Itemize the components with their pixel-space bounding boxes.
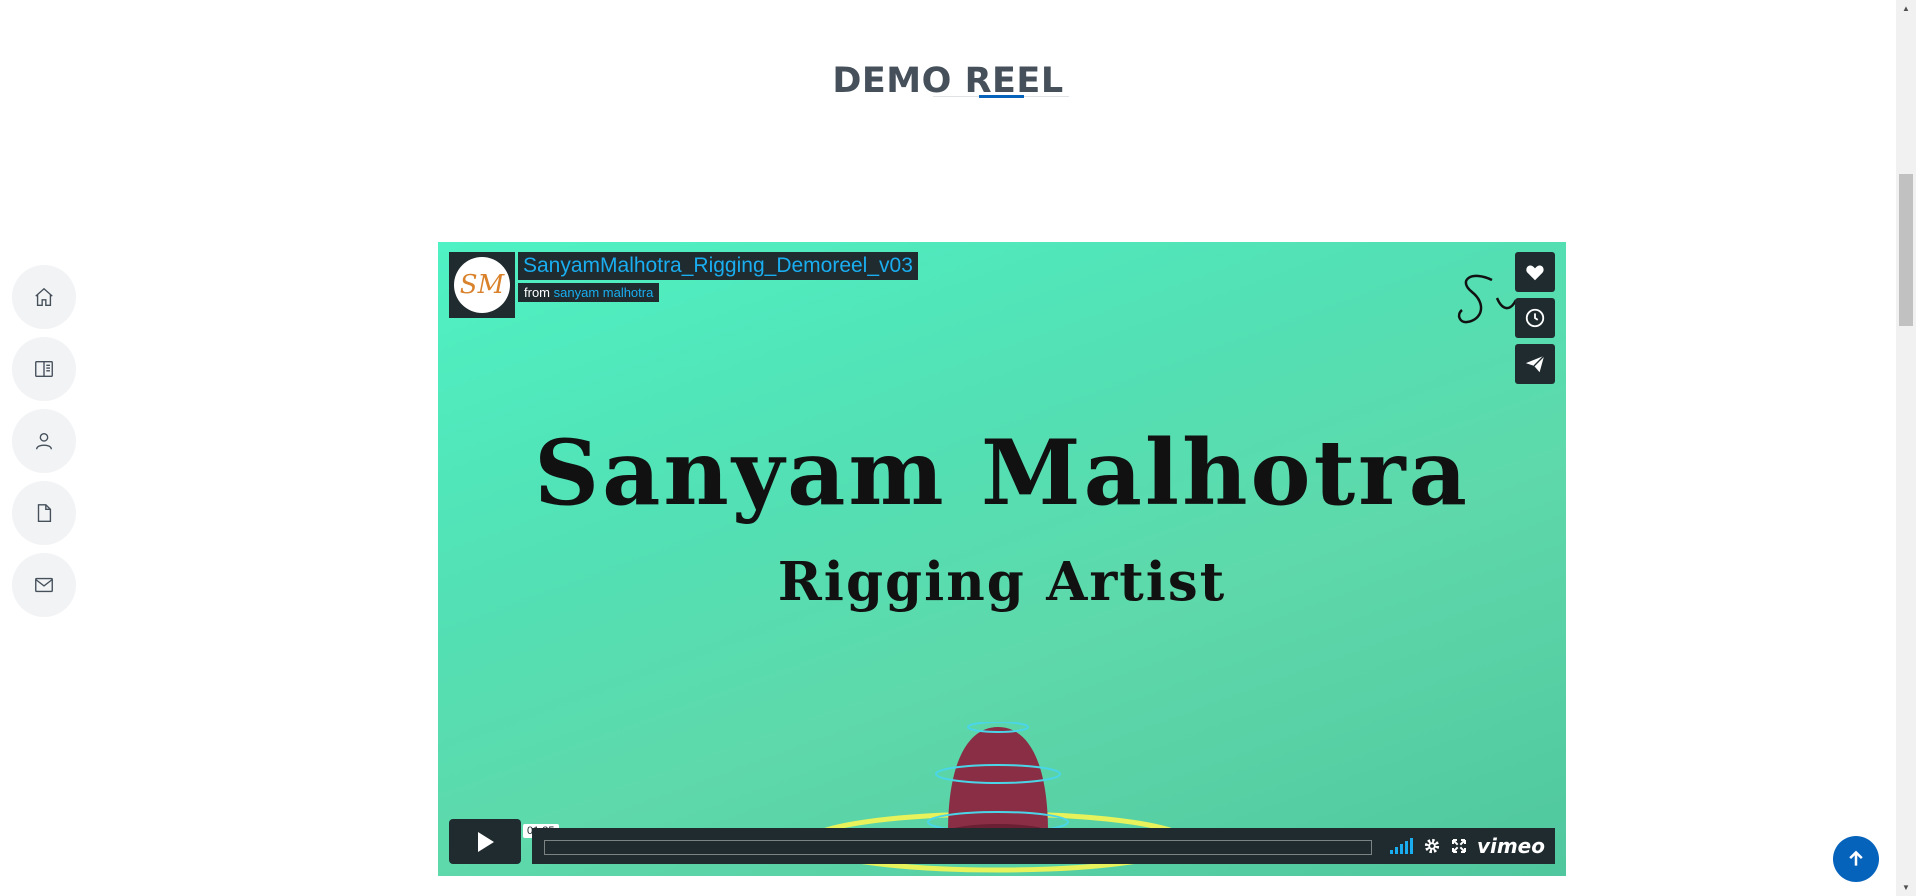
nav-portfolio[interactable] bbox=[12, 481, 76, 545]
nav-home[interactable] bbox=[12, 265, 76, 329]
clock-icon bbox=[1525, 308, 1545, 328]
scroll-thumb[interactable] bbox=[1899, 174, 1913, 326]
nav-about[interactable] bbox=[12, 409, 76, 473]
video-byline: from sanyam malhotra bbox=[518, 283, 660, 302]
video-actions bbox=[1515, 252, 1555, 390]
heart-icon bbox=[1526, 265, 1544, 281]
share-button[interactable] bbox=[1515, 344, 1555, 384]
book-icon bbox=[35, 360, 53, 378]
play-icon bbox=[478, 831, 494, 852]
side-nav bbox=[12, 265, 76, 625]
video-headline: Sanyam Malhotra bbox=[534, 420, 1470, 526]
home-icon bbox=[35, 287, 53, 306]
arrow-up-icon bbox=[1849, 850, 1863, 866]
document-icon bbox=[37, 504, 52, 522]
control-buttons: vimeo bbox=[1389, 834, 1545, 858]
paper-plane-icon bbox=[1525, 355, 1545, 373]
video-title[interactable]: SanyamMalhotra_Rigging_Demoreel_v03 bbox=[518, 252, 918, 280]
progress-bar[interactable] bbox=[544, 840, 1372, 855]
video-meta: SanyamMalhotra_Rigging_Demoreel_v03 from… bbox=[518, 252, 918, 318]
nav-resume[interactable] bbox=[12, 337, 76, 401]
mail-icon bbox=[35, 577, 53, 593]
author-link[interactable]: sanyam malhotra bbox=[554, 285, 654, 300]
author-avatar[interactable]: SM bbox=[449, 252, 515, 318]
play-button[interactable] bbox=[449, 819, 521, 864]
avatar-logo: SM bbox=[454, 257, 510, 313]
nav-contact[interactable] bbox=[12, 553, 76, 617]
video-header: SM SanyamMalhotra_Rigging_Demoreel_v03 f… bbox=[449, 252, 918, 318]
back-to-top-button[interactable] bbox=[1833, 836, 1879, 882]
byline-from: from bbox=[524, 285, 550, 300]
settings-gear-icon[interactable] bbox=[1423, 837, 1441, 855]
vimeo-logo[interactable]: vimeo bbox=[1477, 834, 1545, 858]
page: DEMO REEL SM SanyamMalhotra_Rigging_Demo… bbox=[0, 0, 1896, 896]
volume-control[interactable] bbox=[1389, 838, 1413, 854]
like-button[interactable] bbox=[1515, 252, 1555, 292]
video-subheadline: Rigging Artist bbox=[777, 551, 1227, 613]
fullscreen-icon[interactable] bbox=[1451, 838, 1467, 854]
title-accent-bar bbox=[979, 95, 1024, 98]
control-bar: vimeo bbox=[532, 828, 1555, 864]
scroll-down-arrow-icon[interactable]: ▼ bbox=[1896, 879, 1916, 896]
watch-later-button[interactable] bbox=[1515, 298, 1555, 338]
user-icon bbox=[35, 432, 53, 450]
scrollbar[interactable]: ▲ ▼ bbox=[1896, 0, 1916, 896]
scroll-up-arrow-icon[interactable]: ▲ bbox=[1896, 0, 1916, 17]
video-player[interactable]: SM SanyamMalhotra_Rigging_Demoreel_v03 f… bbox=[438, 242, 1566, 876]
